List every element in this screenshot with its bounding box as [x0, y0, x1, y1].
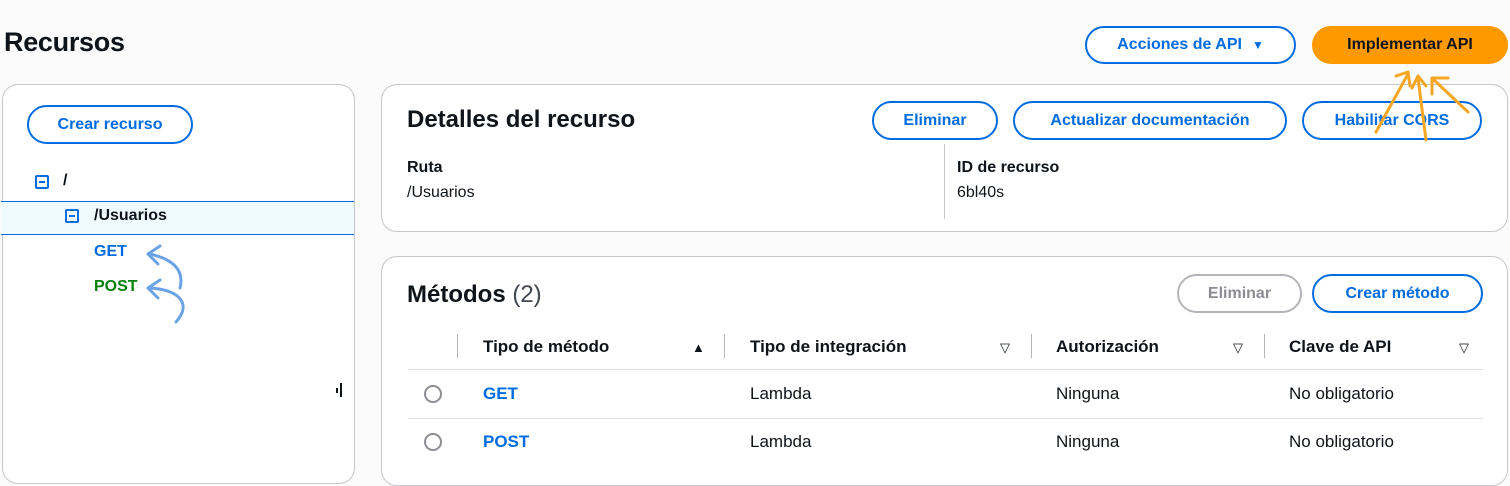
orange-annotation-arrows	[1374, 70, 1470, 142]
details-divider	[944, 144, 945, 219]
update-documentation-button[interactable]: Actualizar documentación	[1013, 101, 1287, 140]
table-cell-method[interactable]: POST	[483, 432, 529, 452]
table-row-divider	[408, 418, 1483, 419]
resource-id-value: 6bl40s	[957, 184, 1005, 201]
path-label: Ruta	[407, 159, 443, 176]
sort-descending-icon[interactable]: ▽	[1459, 340, 1469, 356]
tree-item-usuarios[interactable]: /Usuarios	[94, 207, 167, 225]
api-actions-button[interactable]: Acciones de API ▼	[1085, 26, 1296, 64]
api-actions-label: Acciones de API	[1117, 36, 1242, 53]
table-header-divider	[408, 369, 1483, 370]
methods-title-text: Métodos	[407, 281, 506, 308]
table-cell-integration: Lambda	[750, 432, 812, 451]
delete-resource-button[interactable]: Eliminar	[872, 101, 998, 140]
table-cell-integration: Lambda	[750, 384, 812, 403]
blue-annotation-arrows	[146, 244, 185, 324]
deploy-api-button[interactable]: Implementar API	[1312, 26, 1508, 64]
column-separator[interactable]	[1264, 334, 1265, 358]
methods-count: (2)	[512, 281, 542, 308]
table-cell-api-key: No obligatorio	[1289, 432, 1394, 451]
details-title: Detalles del recurso	[407, 106, 636, 133]
create-resource-button[interactable]: Crear recurso	[27, 105, 193, 144]
column-separator[interactable]	[1031, 334, 1032, 358]
create-method-button[interactable]: Crear método	[1312, 274, 1483, 313]
tree-item-usuarios-selected[interactable]	[1, 201, 354, 235]
caret-down-icon: ▼	[1251, 38, 1264, 52]
column-header-authorization[interactable]: Autorización	[1056, 337, 1159, 357]
column-header-integration-type[interactable]: Tipo de integración	[750, 337, 906, 357]
sort-descending-icon[interactable]: ▽	[1000, 340, 1010, 356]
methods-title: Métodos (2)	[407, 281, 542, 309]
collapse-icon[interactable]	[35, 175, 49, 189]
tree-item-get[interactable]: GET	[94, 243, 127, 261]
row-select-radio[interactable]	[424, 385, 442, 403]
collapse-icon[interactable]	[65, 209, 79, 223]
delete-method-button[interactable]: Eliminar	[1177, 274, 1302, 313]
row-select-radio[interactable]	[424, 433, 442, 451]
path-value: /Usuarios	[407, 184, 475, 201]
table-cell-method[interactable]: GET	[483, 384, 518, 404]
column-header-method-type[interactable]: Tipo de método	[483, 337, 609, 357]
column-header-api-key[interactable]: Clave de API	[1289, 337, 1391, 357]
resize-handle[interactable]	[340, 383, 342, 397]
column-separator	[457, 334, 458, 358]
sort-descending-icon[interactable]: ▽	[1233, 340, 1243, 356]
resize-handle-dot[interactable]	[336, 388, 338, 393]
table-cell-authorization: Ninguna	[1056, 432, 1120, 451]
resource-id-label: ID de recurso	[957, 159, 1060, 176]
tree-item-root[interactable]: /	[63, 172, 67, 190]
table-cell-authorization: Ninguna	[1056, 384, 1120, 403]
table-cell-api-key: No obligatorio	[1289, 384, 1394, 403]
tree-item-post[interactable]: POST	[94, 278, 138, 296]
sort-ascending-icon[interactable]: ▲	[692, 340, 705, 355]
column-separator[interactable]	[724, 334, 725, 358]
page-title: Recursos	[4, 27, 125, 57]
